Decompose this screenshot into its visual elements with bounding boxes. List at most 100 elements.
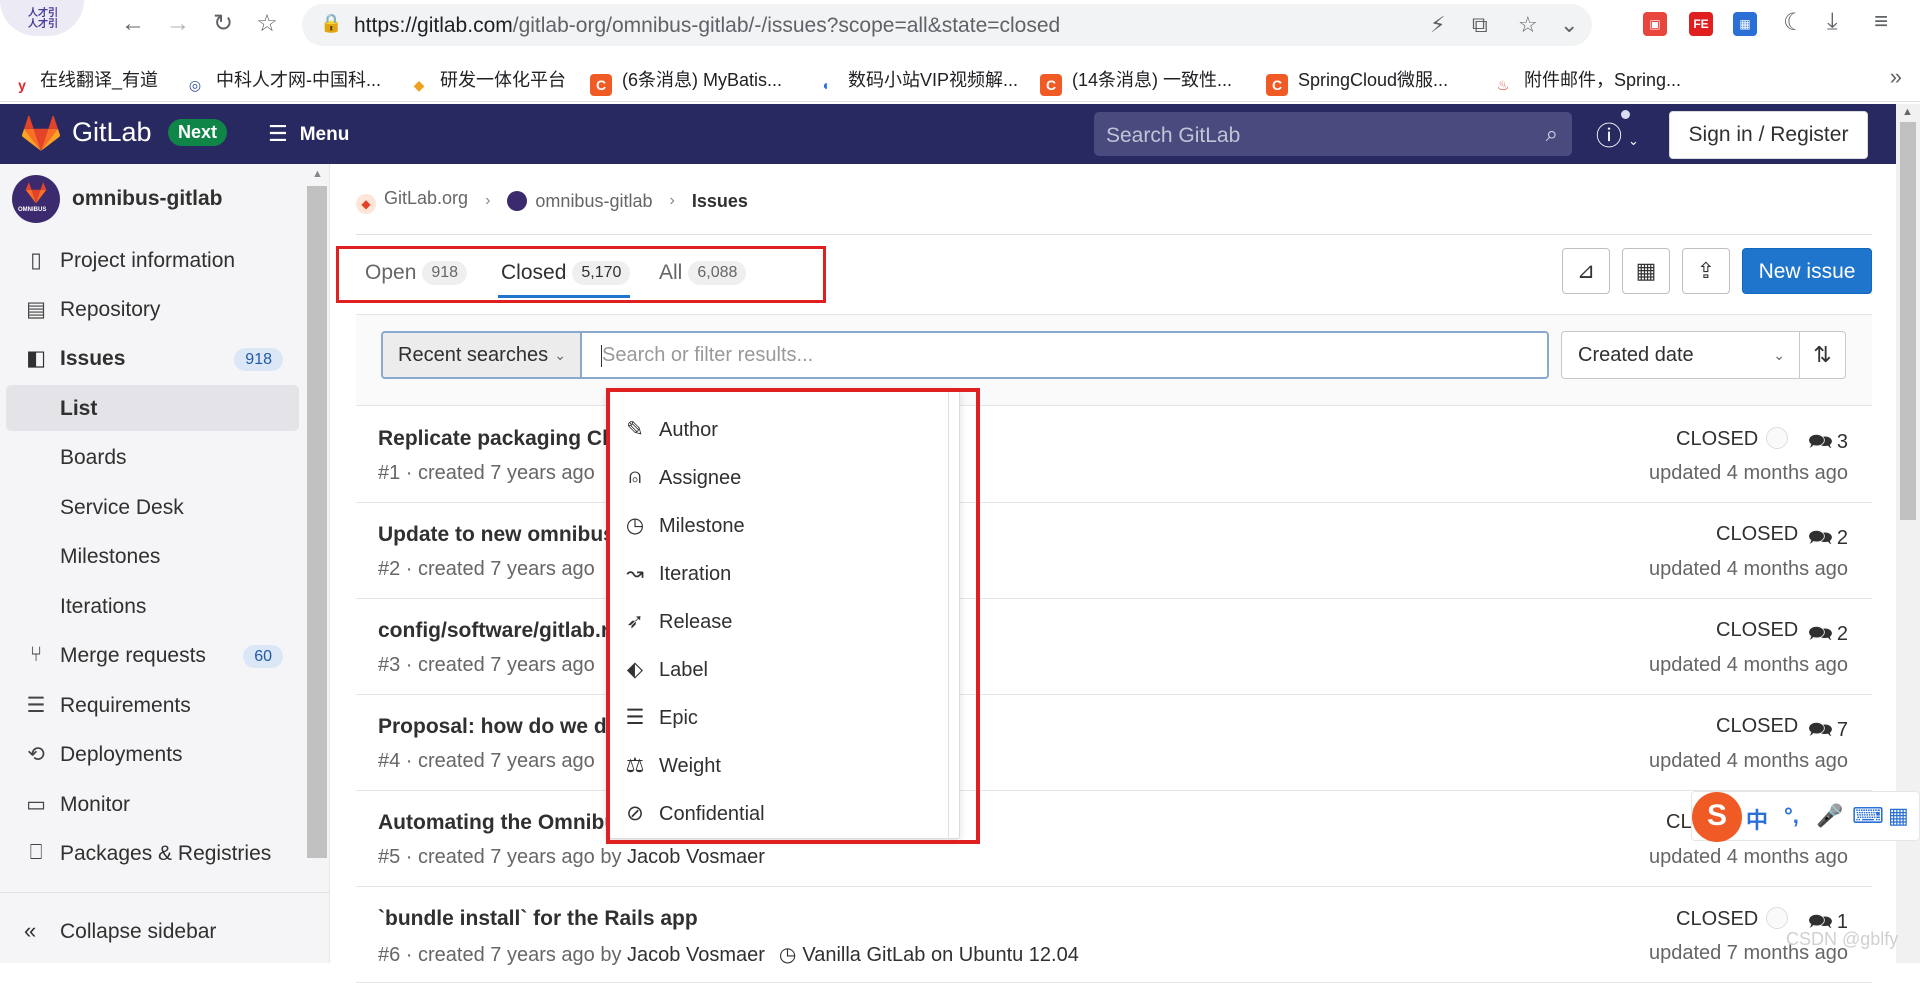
page-scroll-thumb[interactable] [1900,122,1916,520]
sidebar-item-repository[interactable]: ▤ Repository [6,286,299,332]
calendar-button[interactable]: ▦ [1622,248,1670,294]
issue-title[interactable]: `bundle install` for the Rails app [378,907,698,931]
sort-direction-button[interactable]: ⇅ [1799,331,1846,379]
breadcrumb-item[interactable]: ◆ GitLab.org [356,188,468,214]
token-assignee[interactable]: ⍝ Assignee [607,454,947,502]
tab-favicon[interactable]: 人才引 人才引 [0,0,84,36]
issue-comments[interactable]: 🗪 2 [1808,523,1848,557]
issue-author[interactable]: Jacob Vosmaer [627,846,765,868]
sidebar-item-service-desk[interactable]: Service Desk [6,484,299,530]
token-epic[interactable]: ☰ Epic [607,694,947,742]
filter-search-input[interactable]: Search or filter results... [582,331,1549,379]
bookmark-item[interactable]: ◆ 研发一体化平台 [408,66,566,93]
issue-title[interactable]: Proposal: how do we do [378,715,620,739]
bookmark-item[interactable]: ◐ 数码小站VIP视频解... [816,66,1018,93]
sidebar-item-project-information[interactable]: ▯ Project information [6,237,299,283]
token-release[interactable]: ➶ Release [607,598,947,646]
ime-apps-icon[interactable]: ▦ [1888,803,1909,829]
address-bar[interactable]: 🔒 https://gitlab.com/gitlab-org/omnibus-… [302,4,1592,46]
issue-title[interactable]: Automating the Omnibu [378,811,617,835]
tab-open[interactable]: Open 918 [365,261,468,291]
sidebar-scroll-thumb[interactable] [307,186,327,858]
issue-row[interactable]: config/software/gitlab.r #3 · created 7 … [356,599,1872,695]
bookmark-item[interactable]: ◎ 中科人才网-中国科... [184,66,381,93]
sidebar-item-merge-requests[interactable]: ⑂ Merge requests 60 [6,632,299,678]
sidebar-item-monitor[interactable]: ▭ Monitor [6,781,299,827]
keyboard-icon[interactable]: ⌨ [1852,803,1884,829]
breadcrumb-item[interactable]: Issues [692,191,748,212]
ime-mode[interactable]: 中 [1746,803,1768,835]
tab-all[interactable]: All 6,088 [659,261,747,291]
scroll-up-icon[interactable]: ▲ [312,168,323,180]
sidebar-item-requirements[interactable]: ☰ Requirements [6,682,299,728]
issue-comments[interactable]: 🗪 2 [1808,619,1848,653]
reload-icon[interactable]: ↻ [208,9,238,39]
issue-milestone[interactable]: ◷ Vanilla GitLab on Ubuntu 12.04 [779,942,1079,967]
forward-icon[interactable]: → [163,9,193,39]
next-badge[interactable]: Next [168,119,228,146]
signin-button[interactable]: Sign in / Register [1669,111,1868,159]
ime-punctuation[interactable]: °, [1784,803,1799,829]
extension-icon[interactable]: ▣ [1643,12,1667,36]
gitlab-search-input[interactable]: Search GitLab ⌕ [1094,112,1572,156]
assignee-avatar[interactable] [1766,427,1789,449]
lightning-icon[interactable]: ⚡ [1430,12,1445,38]
bookmark-item[interactable]: C SpringCloud微服... [1266,66,1448,96]
token-iteration[interactable]: ↝ Iteration [607,550,947,598]
menu-button[interactable]: ☰ Menu [268,121,349,147]
sogou-ime-icon[interactable]: S [1692,792,1742,842]
sidebar-item-list[interactable]: List [6,385,299,431]
translate-icon[interactable]: ⧉ [1472,12,1488,38]
assignee-avatar[interactable] [1766,907,1789,929]
issue-row[interactable]: Update to new omnibus #2 · created 7 yea… [356,503,1872,599]
issue-row[interactable]: Proposal: how do we do #4 · created 7 ye… [356,695,1872,791]
bookmark-star-icon[interactable]: ☆ [1518,12,1538,38]
dark-mode-icon[interactable]: ☾ [1783,8,1805,37]
token-milestone[interactable]: ◷ Milestone [607,502,947,550]
tab-closed[interactable]: Closed 5,170 [501,261,631,291]
issue-title[interactable]: config/software/gitlab.r [378,619,609,643]
gitlab-brand[interactable]: GitLab [72,117,152,148]
sidebar-item-milestones[interactable]: Milestones [6,533,299,579]
fe-extension-icon[interactable]: FE [1689,12,1713,36]
download-icon[interactable]: ⤓ [1827,8,1838,36]
chevron-down-icon[interactable]: ⌄ [1560,12,1578,38]
help-icon[interactable]: ⓘ ⌄ [1596,116,1639,153]
issue-row[interactable]: Automating the Omnibu #5 · created 7 yea… [356,791,1872,887]
sort-dropdown[interactable]: Created date ⌄ [1561,331,1800,379]
issue-comments[interactable]: 🗪 7 [1808,715,1848,749]
new-issue-button[interactable]: New issue [1742,248,1872,294]
browser-menu-icon[interactable]: ≡ [1874,8,1888,36]
recent-searches-dropdown[interactable]: Recent searches ⌄ [381,331,582,379]
issue-row[interactable]: Replicate packaging Ch #1 · created 7 ye… [356,407,1872,503]
sidebar-item-deployments[interactable]: ⟲ Deployments [6,731,299,777]
export-button[interactable]: ⇪ [1682,248,1730,294]
sidebar-item-boards[interactable]: Boards [6,434,299,480]
issue-row[interactable]: `bundle install` for the Rails app #6 · … [356,887,1872,983]
issue-comments[interactable]: 🗪 3 [1808,427,1848,461]
scroll-up-icon[interactable]: ▲ [1902,106,1913,118]
sidebar-item-packages-registries[interactable]: ⎕ Packages & Registries [6,830,299,876]
token-weight[interactable]: ⚖ Weight [607,742,947,790]
token-confidential[interactable]: ⊘ Confidential [607,790,947,838]
sidebar-scrollbar[interactable]: ▲ [307,168,327,864]
microphone-icon[interactable]: 🎤 [1816,803,1843,829]
issue-title[interactable]: Replicate packaging Ch [378,427,615,451]
bookmark-item[interactable]: y 在线翻译_有道 [14,66,158,93]
bookmark-item[interactable]: ♨ 附件邮件，Spring... [1492,66,1681,93]
token-label[interactable]: ⬖ Label [607,646,947,694]
rss-button[interactable]: ⊿ [1562,248,1610,294]
sidebar-item-issues[interactable]: ◧ Issues 918 [6,335,299,381]
collapse-sidebar-button[interactable]: « Collapse sidebar [24,918,216,944]
home-star-icon[interactable]: ☆ [252,9,282,39]
apps-extension-icon[interactable]: ▦ [1733,12,1757,36]
gitlab-logo-icon[interactable] [22,115,60,153]
back-icon[interactable]: ← [118,9,148,39]
bookmark-item[interactable]: C (6条消息) MyBatis... [590,66,782,96]
token-author[interactable]: ✎ Author [607,406,947,454]
breadcrumb-item[interactable]: omnibus-gitlab [507,190,652,212]
bookmarks-more-icon[interactable]: » [1890,64,1902,90]
issue-title[interactable]: Update to new omnibus [378,523,615,547]
url-text[interactable]: https://gitlab.com/gitlab-org/omnibus-gi… [354,14,1060,38]
bookmark-item[interactable]: C (14条消息) 一致性... [1040,66,1232,96]
